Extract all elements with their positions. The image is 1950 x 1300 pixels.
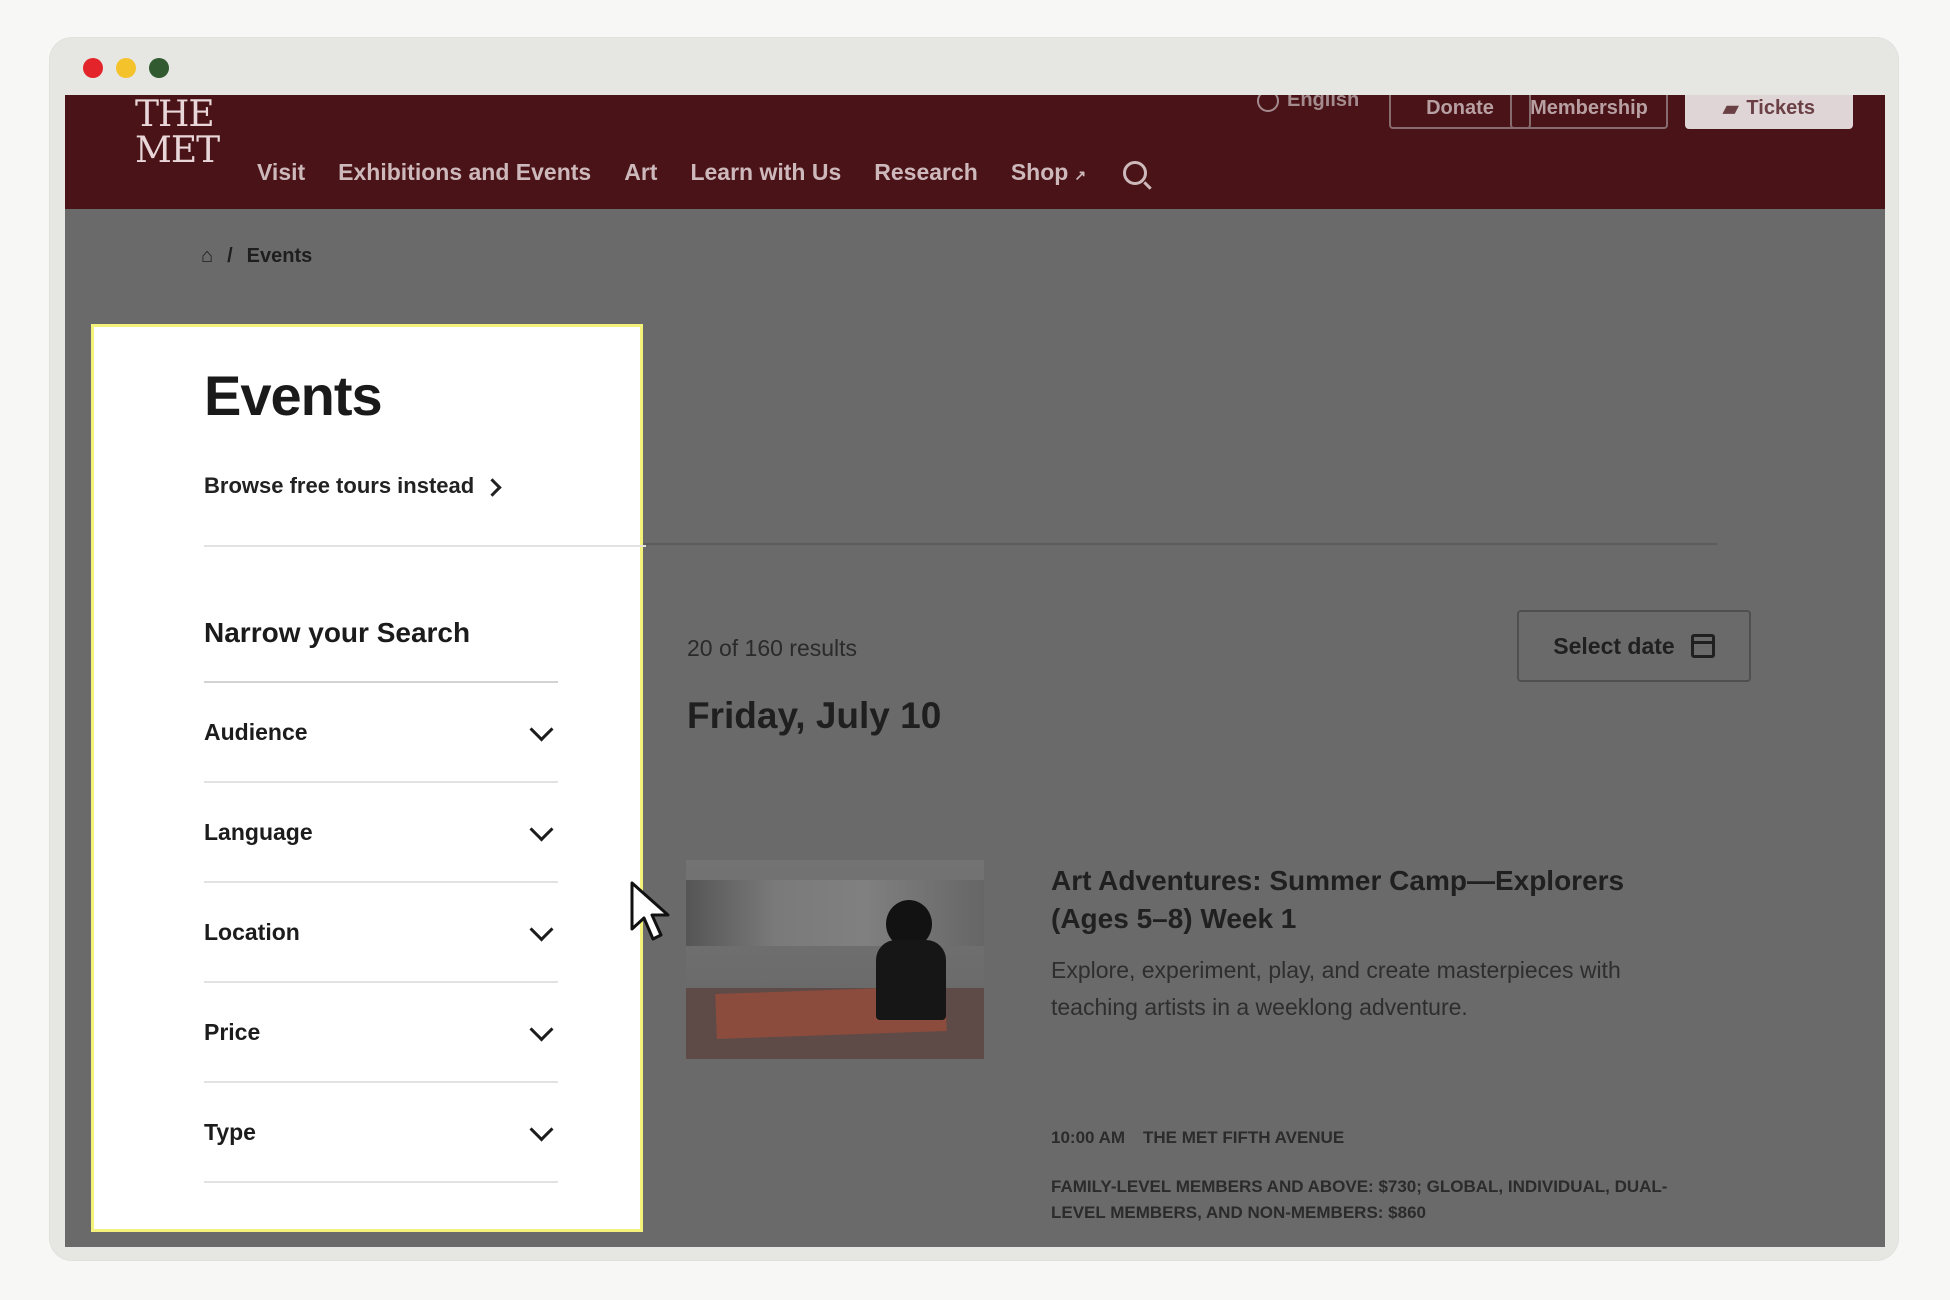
close-window-button[interactable] bbox=[83, 58, 103, 78]
event-time: 10:00 AM bbox=[1051, 1128, 1126, 1147]
maximize-window-button[interactable] bbox=[149, 58, 169, 78]
breadcrumb: ⌂ / Events bbox=[201, 245, 312, 268]
filter-list: Audience Language Location Price Type bbox=[204, 683, 558, 1183]
filter-location[interactable]: Location bbox=[204, 883, 558, 983]
filter-language[interactable]: Language bbox=[204, 783, 558, 883]
chevron-down-icon bbox=[529, 1017, 554, 1042]
membership-label: Membership bbox=[1530, 96, 1648, 119]
browse-free-tours-link[interactable]: Browse free tours instead bbox=[204, 473, 502, 499]
filter-label: Type bbox=[204, 1118, 256, 1145]
home-icon[interactable]: ⌂ bbox=[201, 245, 213, 268]
page-title: Events bbox=[204, 364, 383, 427]
browser-window: THE MET English Donate Membership ▰ Tick… bbox=[50, 38, 1898, 1260]
results-count: 20 of 160 results bbox=[687, 635, 858, 661]
breadcrumb-separator: / bbox=[227, 245, 233, 267]
search-icon[interactable] bbox=[1123, 160, 1148, 185]
nav-art[interactable]: Art bbox=[624, 159, 657, 186]
met-logo[interactable]: THE MET bbox=[135, 97, 220, 169]
membership-button[interactable]: Membership bbox=[1510, 95, 1668, 129]
language-selector[interactable]: English bbox=[1257, 95, 1359, 112]
filter-label: Language bbox=[204, 818, 313, 845]
minimize-window-button[interactable] bbox=[116, 58, 136, 78]
nav-exhibitions-events[interactable]: Exhibitions and Events bbox=[338, 159, 591, 186]
thumbnail-child bbox=[876, 900, 946, 1020]
filter-audience[interactable]: Audience bbox=[204, 683, 558, 783]
select-date-label: Select date bbox=[1553, 632, 1675, 659]
filter-price[interactable]: Price bbox=[204, 983, 558, 1083]
filter-panel: Events Browse free tours instead Narrow … bbox=[91, 324, 646, 1232]
nav-shop-label: Shop bbox=[1010, 159, 1069, 185]
browse-free-tours-label: Browse free tours instead bbox=[204, 473, 475, 498]
tickets-button[interactable]: ▰ Tickets bbox=[1685, 95, 1853, 129]
globe-icon bbox=[1257, 95, 1279, 112]
child-body bbox=[876, 940, 946, 1020]
event-title-link[interactable]: Art Adventures: Summer Camp—Explorers (A… bbox=[1051, 862, 1671, 938]
chevron-down-icon bbox=[529, 717, 554, 742]
event-price: FAMILY-LEVEL MEMBERS AND ABOVE: $730; GL… bbox=[1051, 1177, 1668, 1222]
site-header: THE MET English Donate Membership ▰ Tick… bbox=[65, 95, 1885, 209]
narrow-search-heading: Narrow your Search bbox=[204, 617, 471, 648]
ticket-icon: ▰ bbox=[1723, 97, 1739, 120]
chevron-right-icon bbox=[483, 477, 502, 497]
event-location: THE MET FIFTH AVENUE bbox=[1143, 1128, 1345, 1147]
chevron-down-icon bbox=[529, 917, 554, 942]
external-link-icon: ↗ bbox=[1074, 167, 1087, 183]
event-description: Explore, experiment, play, and create ma… bbox=[1051, 957, 1621, 1020]
calendar-icon bbox=[1690, 634, 1715, 658]
breadcrumb-current: Events bbox=[246, 245, 313, 267]
select-date-button[interactable]: Select date bbox=[1517, 610, 1751, 682]
language-label: English bbox=[1287, 95, 1360, 111]
filter-label: Location bbox=[204, 918, 300, 945]
donate-label: Donate bbox=[1426, 96, 1494, 119]
main-navigation: Visit Exhibitions and Events Art Learn w… bbox=[257, 159, 1148, 186]
day-heading: Friday, July 10 bbox=[687, 695, 942, 736]
panel-divider bbox=[204, 545, 646, 547]
logo-text: THE MET bbox=[135, 95, 220, 171]
event-thumbnail[interactable] bbox=[686, 860, 984, 1059]
content-divider bbox=[633, 543, 1717, 545]
nav-learn-with-us[interactable]: Learn with Us bbox=[690, 159, 841, 186]
nav-shop[interactable]: Shop ↗ bbox=[1011, 159, 1086, 186]
filter-label: Audience bbox=[204, 718, 308, 745]
tickets-label: Tickets bbox=[1746, 96, 1815, 119]
nav-research[interactable]: Research bbox=[874, 159, 978, 186]
nav-visit[interactable]: Visit bbox=[257, 159, 305, 186]
event-meta: 10:00 AM THE MET FIFTH AVENUE bbox=[1051, 1128, 1344, 1148]
mouse-pointer-icon bbox=[630, 881, 670, 941]
chevron-down-icon bbox=[529, 1117, 554, 1142]
filter-type[interactable]: Type bbox=[204, 1083, 558, 1183]
page-viewport: THE MET English Donate Membership ▰ Tick… bbox=[65, 95, 1885, 1247]
filter-label: Price bbox=[204, 1018, 261, 1045]
chevron-down-icon bbox=[529, 817, 554, 842]
